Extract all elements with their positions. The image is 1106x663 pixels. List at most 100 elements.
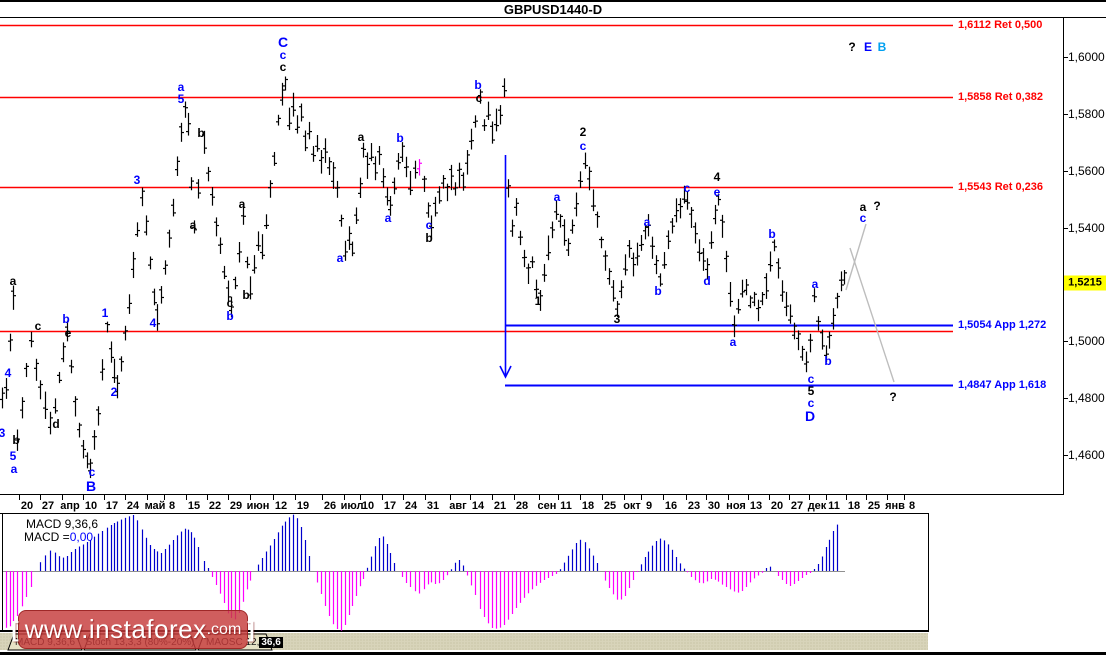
date-axis-label: 17 — [383, 500, 397, 512]
price-bars — [0, 76, 847, 479]
macd-value-prefix: MACD = — [24, 530, 70, 544]
app-level-label-1: 1,4847 App 1,618 — [958, 379, 1047, 391]
price-axis-label: 1,5000 — [1068, 334, 1105, 348]
date-axis-label: 8 — [168, 500, 176, 512]
date-axis-label: 31 — [426, 500, 440, 512]
date-axis-label: 25 — [867, 500, 881, 512]
wave-label: b — [824, 354, 832, 368]
date-axis-label: 16 — [664, 500, 678, 512]
macd-indicator-label: MACD 9,36,6 — [26, 517, 99, 531]
logo-open-bracket: [ — [11, 616, 19, 642]
wave-label: b — [396, 131, 404, 145]
date-axis-label: 12 — [274, 500, 288, 512]
wave-label: 3 — [133, 173, 141, 187]
fib-level-label-2: 1,5543 Ret 0,236 — [958, 181, 1044, 193]
price-axis-label: 1,5600 — [1068, 164, 1105, 178]
date-axis-label: авг — [449, 500, 467, 512]
wave-label: a — [189, 218, 197, 232]
wave-label: a — [9, 274, 17, 288]
wave-label: b — [226, 309, 234, 323]
wave-label: C — [277, 34, 289, 50]
wave-label: c — [475, 91, 483, 105]
price-axis-label: 1,5400 — [1068, 221, 1105, 235]
date-axis-label: сен — [537, 500, 557, 512]
wave-label: 2 — [579, 125, 587, 139]
date-axis-label: май — [144, 500, 166, 512]
window-bottom-border — [0, 652, 1106, 655]
logo-com: .com — [206, 620, 242, 638]
date-axis-label: 19 — [296, 500, 310, 512]
macd-value-line: MACD =0,00 — [24, 530, 93, 544]
date-axis-label: 29 — [229, 500, 243, 512]
wave-label: ? — [848, 40, 856, 54]
wave-label: a — [357, 130, 365, 144]
price-axis-label: 1,6000 — [1068, 50, 1105, 64]
date-axis-label: 9 — [645, 500, 653, 512]
wave-label: c — [226, 296, 234, 310]
wave-label: 2 — [110, 385, 118, 399]
wave-label: d — [52, 417, 60, 431]
wave-label: c — [88, 465, 96, 479]
date-axis-label: 24 — [126, 500, 140, 512]
date-axis-label: июн — [246, 500, 270, 512]
wave-label: a — [384, 211, 392, 225]
chart-canvas[interactable] — [0, 0, 1106, 663]
wave-label: b — [12, 433, 20, 447]
wave-label: E — [863, 40, 873, 54]
wave-label: 5 — [9, 449, 17, 463]
wave-label: b — [474, 78, 482, 92]
wave-label: b — [768, 227, 776, 241]
wave-label: c — [425, 218, 433, 232]
wave-label: c — [579, 139, 587, 153]
wave-label: a — [811, 277, 819, 291]
price-axis-label: 1,4600 — [1068, 448, 1105, 462]
app-level-label-0: 1,5054 App 1,272 — [958, 319, 1047, 331]
date-axis-label: 27 — [41, 500, 55, 512]
date-axis-label: ноя — [726, 500, 746, 512]
wave-label: a — [238, 197, 246, 211]
date-axis-label: 24 — [404, 500, 418, 512]
price-axis-label: 1,4800 — [1068, 391, 1105, 405]
wave-label: b — [654, 284, 662, 298]
wave-label: ? — [873, 199, 881, 213]
wave-label: a — [553, 190, 561, 204]
date-axis-label: 11 — [560, 500, 572, 512]
wave-label: a — [10, 462, 18, 476]
price-axis-label: 1,5800 — [1068, 107, 1105, 121]
macd-value: 0,00 — [69, 530, 94, 544]
date-axis-label: 20 — [20, 500, 34, 512]
wave-label: c — [683, 181, 691, 195]
date-axis-label: 17 — [105, 500, 119, 512]
date-axis-label: 22 — [208, 500, 222, 512]
wave-label: 1 — [534, 294, 542, 308]
wave-label: B — [85, 478, 97, 494]
date-axis-label: 28 — [515, 500, 529, 512]
wave-label: ? — [889, 390, 897, 404]
date-axis-label: 30 — [707, 500, 721, 512]
date-axis-label: июл — [340, 500, 364, 512]
tab-maosc-highlight: 36,6 — [259, 637, 283, 648]
date-axis-label: 18 — [581, 500, 595, 512]
wave-label: D — [804, 408, 816, 424]
fib-level-label-0: 1,6112 Ret 0,500 — [958, 19, 1043, 31]
wave-label: b — [242, 288, 250, 302]
date-axis-label: дек — [807, 500, 827, 512]
date-axis-label: 10 — [84, 500, 98, 512]
date-axis-label: 10 — [361, 500, 375, 512]
wave-label: a — [643, 215, 651, 229]
current-price-tag: 1,5215 — [1064, 275, 1106, 291]
date-axis-label: янв — [885, 500, 905, 512]
logo-close-bracket: ] — [247, 616, 255, 642]
wave-label: 4 — [4, 366, 12, 380]
date-axis-label: 14 — [471, 500, 485, 512]
wave-label: c — [34, 319, 42, 333]
wave-label: 3 — [0, 426, 6, 440]
wave-label: 5 — [177, 92, 185, 106]
wave-label: 1 — [101, 306, 109, 320]
wave-label: B — [877, 40, 887, 54]
date-axis-label: 8 — [908, 500, 916, 512]
date-axis-label: 11 — [828, 500, 840, 512]
date-axis-label: 21 — [493, 500, 507, 512]
date-axis-label: окт — [623, 500, 641, 512]
wave-label: 3 — [613, 312, 621, 326]
